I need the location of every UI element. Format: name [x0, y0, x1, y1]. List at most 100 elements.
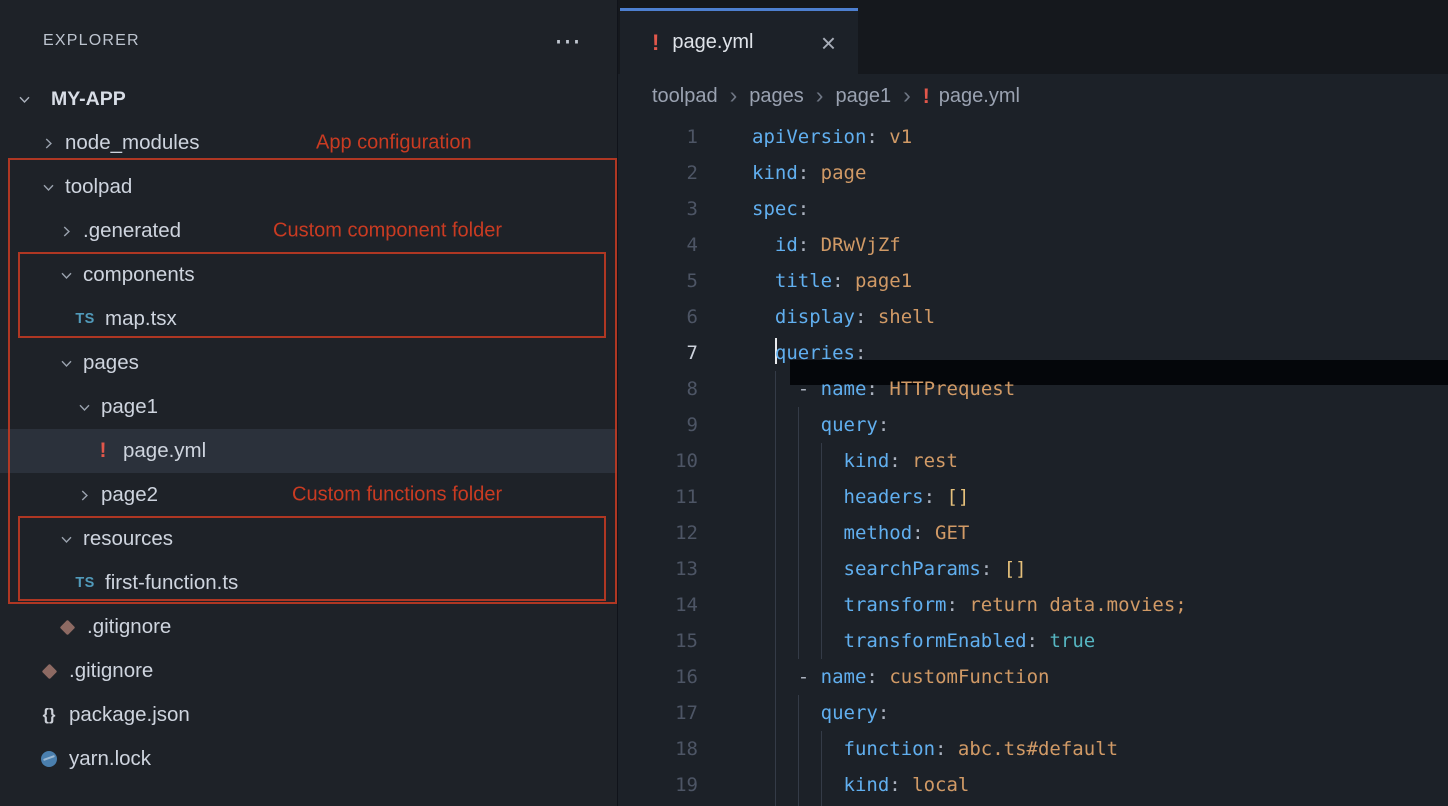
breadcrumb-item-toolpad[interactable]: toolpad — [652, 85, 718, 108]
code-line[interactable]: 1 apiVersion: v1 — [618, 119, 1448, 155]
tree-item-label: package.json — [69, 703, 190, 727]
explorer-title: EXPLORER — [43, 32, 140, 50]
file-package-json[interactable]: {} package.json — [0, 693, 617, 737]
folder-pages[interactable]: pages — [0, 341, 617, 385]
folder-page1[interactable]: page1 — [0, 385, 617, 429]
line-number: 5 — [618, 263, 698, 299]
typescript-icon: TS — [72, 311, 98, 327]
tab-bar: ! page.yml × — [618, 0, 1448, 74]
file-gitignore[interactable]: .gitignore — [0, 605, 617, 649]
annotation-text: Custom component folder — [273, 220, 502, 243]
folder-components[interactable]: components — [0, 253, 617, 297]
annotation-text: App configuration — [316, 132, 472, 155]
file-map-tsx[interactable]: TSmap.tsx — [0, 297, 617, 341]
yarn-icon — [36, 751, 62, 767]
tree-item-label: first-function.ts — [105, 571, 238, 595]
more-actions-icon[interactable]: ⋯ — [554, 28, 581, 55]
line-number: 10 — [618, 443, 698, 479]
tree-item-label: page.yml — [123, 439, 206, 463]
line-number: 1 — [618, 119, 698, 155]
line-number: 18 — [618, 731, 698, 767]
tree-item-label: .gitignore — [87, 615, 171, 639]
folder-node-modules[interactable]: node_modulesApp configuration — [0, 121, 617, 165]
code-line[interactable]: 17 query: — [618, 695, 1448, 731]
breadcrumb-separator: › — [730, 82, 738, 109]
code-text: function: abc.ts#default — [752, 731, 1118, 767]
chevron-down-icon[interactable] — [40, 179, 56, 195]
line-number: 9 — [618, 407, 698, 443]
breadcrumb-item-pages[interactable]: pages — [749, 85, 804, 108]
code-line[interactable]: 9 query: — [618, 407, 1448, 443]
chevron-down-icon[interactable] — [58, 355, 74, 371]
chevron-right-icon[interactable] — [58, 223, 74, 239]
line-number: 2 — [618, 155, 698, 191]
tree-item-label: yarn.lock — [69, 747, 151, 771]
tree-item-label: .generated — [83, 219, 181, 243]
code-line[interactable]: 13 searchParams: [] — [618, 551, 1448, 587]
chevron-down-icon[interactable] — [76, 399, 92, 415]
code-text: kind: local — [752, 767, 969, 803]
code-text: apiVersion: v1 — [752, 119, 912, 155]
code-line[interactable]: 3spec: — [618, 191, 1448, 227]
code-text: headers: [] — [752, 479, 969, 515]
code-line[interactable]: 7 queries: — [618, 335, 1448, 371]
code-line[interactable]: 2kind: page — [618, 155, 1448, 191]
folder-page2[interactable]: page2 Custom functions folder — [0, 473, 617, 517]
tree-item-label: page2 — [101, 483, 158, 507]
code-line[interactable]: 12 method: GET — [618, 515, 1448, 551]
workspace-root-my-app[interactable]: MY-APP — [0, 82, 617, 116]
line-number: 4 — [618, 227, 698, 263]
file-yarn-lock[interactable]: yarn.lock — [0, 737, 617, 781]
tree-item-label: resources — [83, 527, 173, 551]
code-line[interactable]: 11 headers: [] — [618, 479, 1448, 515]
typescript-icon: TS — [72, 575, 98, 591]
chevron-down-icon[interactable] — [58, 267, 74, 283]
line-number: 6 — [618, 299, 698, 335]
code-line[interactable]: 15 transformEnabled: true — [618, 623, 1448, 659]
code-line[interactable]: 4 id: DRwVjZf — [618, 227, 1448, 263]
tree-item-label: components — [83, 263, 195, 287]
code-line[interactable]: 14 transform: return data.movies; — [618, 587, 1448, 623]
folder-generated[interactable]: .generated Custom component folder — [0, 209, 617, 253]
code-text: transformEnabled: true — [752, 623, 1095, 659]
code-line[interactable]: 8 - name: HTTPrequest — [618, 371, 1448, 407]
folder-resources[interactable]: resources — [0, 517, 617, 561]
code-text: title: page1 — [752, 263, 912, 299]
tree-item-label: pages — [83, 351, 139, 375]
json-icon: {} — [36, 706, 62, 725]
file-first-function-ts[interactable]: TS first-function.ts — [0, 561, 617, 605]
code-editor[interactable]: 1 apiVersion: v12kind: page3spec:4 id: DR… — [618, 119, 1448, 806]
code-line[interactable]: 6 display: shell — [618, 299, 1448, 335]
code-line[interactable]: 10 kind: rest — [618, 443, 1448, 479]
chevron-down-icon — [16, 91, 32, 107]
vscode-window: EXPLORER ⋯ MY-APP node_modulesApp config… — [0, 0, 1448, 806]
chevron-right-icon[interactable] — [76, 487, 92, 503]
explorer-sidebar: EXPLORER ⋯ MY-APP node_modulesApp config… — [0, 0, 618, 806]
code-text: - name: customFunction — [752, 659, 1049, 695]
tab-title: page.yml — [672, 31, 753, 54]
breadcrumb-separator: › — [816, 82, 824, 109]
code-line[interactable]: 19 kind: local — [618, 767, 1448, 803]
line-number: 11 — [618, 479, 698, 515]
breadcrumb-separator: › — [903, 82, 911, 109]
breadcrumb-item-page1[interactable]: page1 — [835, 85, 891, 108]
code-text: display: shell — [752, 299, 935, 335]
breadcrumb-item-page-yml[interactable]: !page.yml — [923, 85, 1020, 109]
file-page-yml[interactable]: !page.yml — [0, 429, 617, 473]
code-text: method: GET — [752, 515, 969, 551]
code-line[interactable]: 5 title: page1 — [618, 263, 1448, 299]
git-icon — [36, 666, 62, 677]
code-line[interactable]: 16 - name: customFunction — [618, 659, 1448, 695]
file-tree: node_modulesApp configurationtoolpad.gen… — [0, 121, 617, 781]
close-icon[interactable]: × — [821, 30, 836, 56]
file-gitignore[interactable]: .gitignore — [0, 649, 617, 693]
code-text: query: — [752, 695, 889, 731]
annotation-text: Custom functions folder — [292, 484, 502, 507]
code-text: query: — [752, 407, 889, 443]
code-line[interactable]: 18 function: abc.ts#default — [618, 731, 1448, 767]
chevron-down-icon[interactable] — [58, 531, 74, 547]
code-lines: 1 apiVersion: v12kind: page3spec:4 id: DR… — [618, 119, 1448, 803]
tab-page-yml[interactable]: ! page.yml × — [620, 8, 858, 74]
folder-toolpad[interactable]: toolpad — [0, 165, 617, 209]
chevron-right-icon[interactable] — [40, 135, 56, 151]
